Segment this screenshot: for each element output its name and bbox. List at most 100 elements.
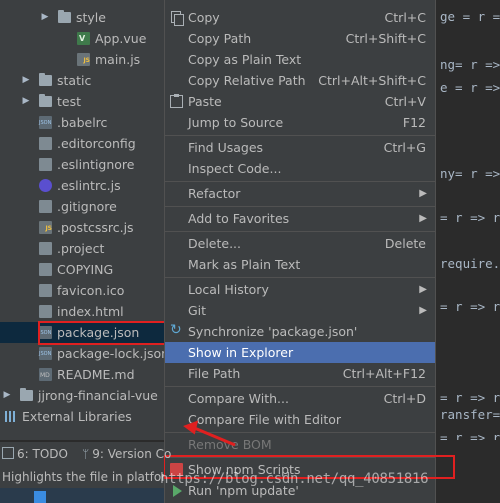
- menu-separator: [165, 181, 435, 182]
- tree-item-copying[interactable]: COPYING: [0, 259, 165, 280]
- tree-item-label: .babelrc: [57, 115, 108, 130]
- tree-item-label: .project: [57, 241, 105, 256]
- tool-window-bar: 6: TODO ᛘ 9: Version Co: [0, 441, 171, 466]
- submenu-arrow-icon: ▶: [419, 305, 427, 316]
- tree-item-eslintignore[interactable]: .eslintignore: [0, 154, 165, 175]
- folder-file-icon: [58, 10, 71, 23]
- tree-item-label: .eslintignore: [57, 157, 135, 172]
- menu-item-label: Synchronize 'package.json': [188, 324, 358, 339]
- expand-arrow-icon[interactable]: ▶: [40, 7, 50, 28]
- tree-item-static[interactable]: ▶ static: [0, 70, 165, 91]
- menu-item-label: Copy Relative Path: [188, 73, 306, 88]
- code-editor[interactable]: ge = r => ng= r => e = r => ny= r => = r => …: [436, 0, 500, 440]
- menu-item-copy-as-plain-text[interactable]: Copy as Plain Text: [165, 49, 435, 70]
- tree-item-external-libraries[interactable]: External Libraries: [0, 406, 165, 427]
- tree-item-jjrong-financial-vue[interactable]: ▶ jjrong-financial-vue: [0, 385, 165, 406]
- vue-file-icon: [77, 28, 90, 49]
- expand-arrow-icon[interactable]: ▶: [2, 385, 12, 406]
- tree-item-editorconfig[interactable]: .editorconfig: [0, 133, 165, 154]
- tree-item-label: App.vue: [95, 31, 147, 46]
- code-line: = r => requ: [440, 299, 500, 314]
- expand-arrow-icon[interactable]: ▶: [21, 70, 31, 91]
- tree-item-app-vue[interactable]: App.vue: [0, 28, 165, 49]
- todo-tool-button[interactable]: 6: TODO: [2, 442, 68, 466]
- tree-item-eslintrc-js[interactable]: .eslintrc.js: [0, 175, 165, 196]
- red-arrow-annotation: [183, 420, 236, 447]
- tree-item-index-html[interactable]: index.html: [0, 301, 165, 322]
- menu-item-label: Mark as Plain Text: [188, 257, 301, 272]
- tree-item-label: External Libraries: [22, 409, 132, 424]
- menu-item-refactor[interactable]: Refactor ▶: [165, 183, 435, 204]
- menu-item-copy-relative-path[interactable]: Copy Relative Path Ctrl+Alt+Shift+C: [165, 70, 435, 91]
- tree-item-gitignore[interactable]: .gitignore: [0, 196, 165, 217]
- js-file-icon: [77, 50, 90, 71]
- menu-separator: [165, 386, 435, 387]
- menu-item-shortcut: Ctrl+D: [383, 391, 426, 406]
- code-line: ge = r =>: [440, 9, 500, 24]
- tree-item-favicon-ico[interactable]: favicon.ico: [0, 280, 165, 301]
- tree-item-label: favicon.ico: [57, 283, 125, 298]
- libs-file-icon: [4, 410, 17, 423]
- menu-item-inspect-code[interactable]: Inspect Code...: [165, 158, 435, 179]
- menu-separator: [165, 277, 435, 278]
- submenu-arrow-icon: ▶: [419, 284, 427, 295]
- menu-item-copy[interactable]: Copy Ctrl+C: [165, 7, 435, 28]
- code-line: ny= r =>: [440, 166, 500, 181]
- menu-item-shortcut: F12: [402, 115, 426, 130]
- version-control-tool-button[interactable]: ᛘ 9: Version Co: [82, 442, 171, 466]
- watermark: https://blog.csdn.net/qq_40851816: [160, 471, 429, 487]
- tree-item-project[interactable]: .project: [0, 238, 165, 259]
- tree-item-label: jjrong-financial-vue: [38, 388, 158, 403]
- menu-item-paste[interactable]: Paste Ctrl+V: [165, 91, 435, 112]
- js-file-icon: [39, 218, 52, 239]
- windows-start-icon[interactable]: [34, 491, 46, 503]
- json-file-icon: [39, 344, 52, 365]
- menu-item-copy-path[interactable]: Copy Path Ctrl+Shift+C: [165, 28, 435, 49]
- tree-item-label: .editorconfig: [57, 136, 136, 151]
- menu-item-label: Find Usages: [188, 140, 264, 155]
- expand-arrow-icon[interactable]: ▶: [21, 91, 31, 112]
- menu-item-show-in-explorer[interactable]: Show in Explorer: [165, 342, 435, 363]
- menu-item-file-path[interactable]: File Path Ctrl+Alt+F12: [165, 363, 435, 384]
- menu-item-shortcut: Ctrl+V: [384, 94, 426, 109]
- menu-item-synchronize-package-json[interactable]: Synchronize 'package.json': [165, 320, 435, 342]
- tree-item-style[interactable]: ▶ style: [0, 7, 165, 28]
- file-file-icon: [39, 137, 52, 150]
- menu-item-label: Git: [188, 303, 207, 318]
- menu-item-git[interactable]: Git ▶: [165, 300, 435, 321]
- menu-item-delete[interactable]: Delete... Delete: [165, 233, 435, 254]
- copy-icon: [170, 11, 184, 26]
- menu-item-jump-to-source[interactable]: Jump to Source F12: [165, 112, 435, 133]
- file-file-icon: [39, 242, 52, 255]
- menu-item-label: Refactor: [188, 186, 241, 201]
- os-taskbar: [0, 488, 164, 503]
- tree-item-label: COPYING: [57, 262, 114, 277]
- package-json-highlight-box: [38, 321, 166, 345]
- tree-item-babelrc[interactable]: .babelrc: [0, 112, 165, 134]
- file-file-icon: [39, 158, 52, 171]
- file-file-icon: [39, 200, 52, 213]
- menu-item-compare-with[interactable]: Compare With... Ctrl+D: [165, 388, 435, 409]
- submenu-arrow-icon: ▶: [419, 213, 427, 224]
- code-line: = r => requ: [440, 430, 500, 440]
- tree-item-label: style: [76, 10, 106, 25]
- branch-icon: ᛘ: [82, 447, 90, 461]
- menu-item-mark-as-plain-text[interactable]: Mark as Plain Text: [165, 254, 435, 275]
- menu-item-local-history[interactable]: Local History ▶: [165, 279, 435, 300]
- menu-item-label: Compare With...: [188, 391, 289, 406]
- tree-item-postcssrc-js[interactable]: .postcssrc.js: [0, 217, 165, 239]
- menu-separator: [165, 231, 435, 232]
- tree-item-main-js[interactable]: main.js: [0, 49, 165, 71]
- menu-item-add-to-favorites[interactable]: Add to Favorites ▶: [165, 208, 435, 229]
- menu-separator: [165, 135, 435, 136]
- tree-item-test[interactable]: ▶ test: [0, 91, 165, 112]
- folder-file-icon: [39, 73, 52, 86]
- tree-item-label: main.js: [95, 52, 141, 67]
- menu-item-find-usages[interactable]: Find Usages Ctrl+G: [165, 137, 435, 158]
- tree-item-readme-md[interactable]: README.md: [0, 364, 165, 386]
- tree-item-package-lock-json[interactable]: package-lock.json: [0, 343, 165, 365]
- code-line: require.e: [440, 256, 500, 271]
- menu-item-shortcut: Ctrl+Alt+F12: [342, 366, 426, 381]
- menu-item-label: File Path: [188, 366, 241, 381]
- tree-item-label: .gitignore: [57, 199, 117, 214]
